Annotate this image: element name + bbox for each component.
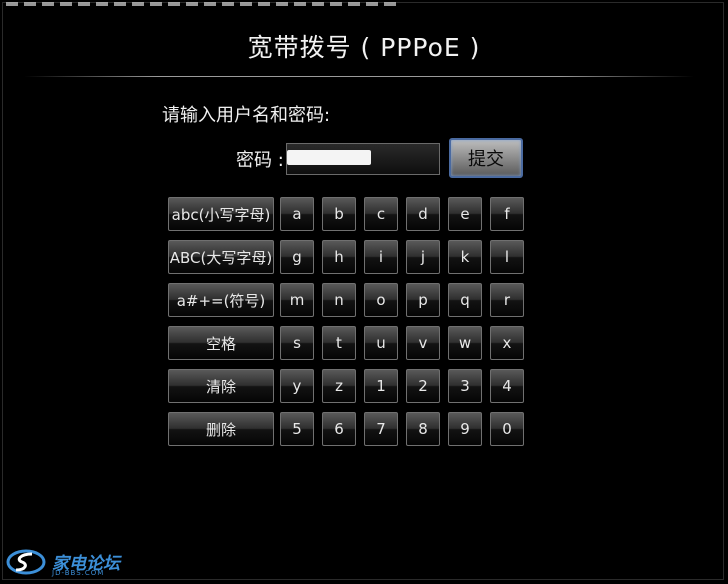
key-g[interactable]: g bbox=[280, 240, 314, 274]
space-button[interactable]: 空格 bbox=[168, 326, 274, 360]
watermark: 家电论坛 JD-BBS.COM bbox=[6, 546, 130, 580]
password-label: 密码 : bbox=[236, 150, 284, 171]
key-e[interactable]: e bbox=[448, 197, 482, 231]
key-k[interactable]: k bbox=[448, 240, 482, 274]
key-l[interactable]: l bbox=[490, 240, 524, 274]
key-o[interactable]: o bbox=[364, 283, 398, 317]
key-a[interactable]: a bbox=[280, 197, 314, 231]
key-u[interactable]: u bbox=[364, 326, 398, 360]
key-0[interactable]: 0 bbox=[490, 412, 524, 446]
key-6[interactable]: 6 bbox=[322, 412, 356, 446]
clear-button[interactable]: 清除 bbox=[168, 369, 274, 403]
key-w[interactable]: w bbox=[448, 326, 482, 360]
password-field[interactable] bbox=[286, 143, 440, 175]
login-prompt: 请输入用户名和密码: bbox=[162, 105, 331, 126]
key-r[interactable]: r bbox=[490, 283, 524, 317]
key-x[interactable]: x bbox=[490, 326, 524, 360]
forum-logo-icon bbox=[6, 549, 46, 575]
key-m[interactable]: m bbox=[280, 283, 314, 317]
key-s[interactable]: s bbox=[280, 326, 314, 360]
key-2[interactable]: 2 bbox=[406, 369, 440, 403]
key-7[interactable]: 7 bbox=[364, 412, 398, 446]
submit-button[interactable]: 提交 bbox=[449, 138, 523, 178]
key-9[interactable]: 9 bbox=[448, 412, 482, 446]
key-3[interactable]: 3 bbox=[448, 369, 482, 403]
lowercase-mode-button[interactable]: abc(小写字母) bbox=[168, 197, 274, 231]
title-divider bbox=[24, 76, 694, 77]
key-i[interactable]: i bbox=[364, 240, 398, 274]
watermark-subtext: JD-BBS.COM bbox=[52, 569, 105, 577]
key-h[interactable]: h bbox=[322, 240, 356, 274]
key-1[interactable]: 1 bbox=[364, 369, 398, 403]
delete-button[interactable]: 删除 bbox=[168, 412, 274, 446]
key-8[interactable]: 8 bbox=[406, 412, 440, 446]
key-f[interactable]: f bbox=[490, 197, 524, 231]
key-v[interactable]: v bbox=[406, 326, 440, 360]
key-p[interactable]: p bbox=[406, 283, 440, 317]
key-j[interactable]: j bbox=[406, 240, 440, 274]
key-q[interactable]: q bbox=[448, 283, 482, 317]
uppercase-mode-button[interactable]: ABC(大写字母) bbox=[168, 240, 274, 274]
key-z[interactable]: z bbox=[322, 369, 356, 403]
key-5[interactable]: 5 bbox=[280, 412, 314, 446]
key-y[interactable]: y bbox=[280, 369, 314, 403]
key-t[interactable]: t bbox=[322, 326, 356, 360]
key-c[interactable]: c bbox=[364, 197, 398, 231]
page-title: 宽带拨号 ( PPPoE ) bbox=[247, 33, 481, 62]
key-4[interactable]: 4 bbox=[490, 369, 524, 403]
key-n[interactable]: n bbox=[322, 283, 356, 317]
top-decoration bbox=[6, 2, 396, 6]
password-redaction bbox=[287, 150, 371, 165]
key-b[interactable]: b bbox=[322, 197, 356, 231]
screen-frame bbox=[2, 2, 724, 580]
key-d[interactable]: d bbox=[406, 197, 440, 231]
symbol-mode-button[interactable]: a#+=(符号) bbox=[168, 283, 274, 317]
